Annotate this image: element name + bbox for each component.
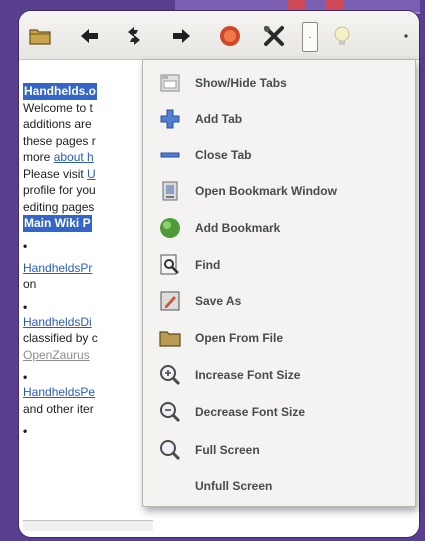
save-as-icon [157, 288, 183, 314]
open-folder-icon[interactable] [25, 21, 55, 51]
toolbar: · [19, 11, 419, 60]
menu-item-increase-font-size[interactable]: Increase Font Size [143, 357, 415, 393]
minus-icon [157, 142, 183, 168]
menu-item-decrease-font-size[interactable]: Decrease Font Size [143, 394, 415, 430]
menu-item-open-bookmark-window[interactable]: Open Bookmark Window [143, 173, 415, 209]
zoom-in-icon [157, 362, 183, 388]
plus-icon [157, 106, 183, 132]
lightbulb-icon[interactable] [327, 21, 357, 51]
full-screen-icon [157, 437, 183, 463]
dropdown-menu: Show/Hide Tabs Add Tab Close Tab Open Bo… [142, 59, 416, 507]
handhelds-di-link[interactable]: HandheldsDi [23, 315, 92, 329]
find-icon [157, 252, 183, 278]
openzaurus-link[interactable]: OpenZaurus [23, 348, 90, 362]
folder-icon [157, 325, 183, 351]
menu-item-full-screen[interactable]: Full Screen [143, 432, 415, 468]
menu-item-open-from-file[interactable]: Open From File [143, 320, 415, 356]
forward-arrow-icon[interactable] [166, 21, 196, 51]
zoom-out-icon [157, 399, 183, 425]
reload-icon[interactable] [119, 21, 149, 51]
user-link[interactable]: U [87, 167, 96, 181]
menu-item-add-tab[interactable]: Add Tab [143, 101, 415, 137]
handhelds-pr-link[interactable]: HandheldsPr [23, 261, 92, 275]
menu-dropdown-button[interactable]: · [302, 22, 318, 52]
back-arrow-icon[interactable] [75, 21, 105, 51]
menu-item-find[interactable]: Find [143, 247, 415, 283]
menu-item-add-bookmark[interactable]: Add Bookmark [143, 210, 415, 246]
tools-icon[interactable] [259, 21, 289, 51]
menu-item-show-hide-tabs[interactable]: Show/Hide Tabs [143, 65, 415, 101]
about-link[interactable]: about h [54, 150, 94, 164]
more-icon[interactable] [391, 21, 419, 51]
menu-item-save-as[interactable]: Save As [143, 283, 415, 319]
handhelds-pe-link[interactable]: HandheldsPe [23, 385, 95, 399]
horizontal-scrollbar[interactable] [23, 520, 153, 531]
tabs-icon [157, 70, 183, 96]
menu-item-close-tab[interactable]: Close Tab [143, 137, 415, 173]
menu-item-unfull-screen[interactable]: Unfull Screen [143, 468, 415, 504]
bookmark-window-icon [157, 178, 183, 204]
stop-icon[interactable] [215, 21, 245, 51]
green-ball-icon [157, 215, 183, 241]
